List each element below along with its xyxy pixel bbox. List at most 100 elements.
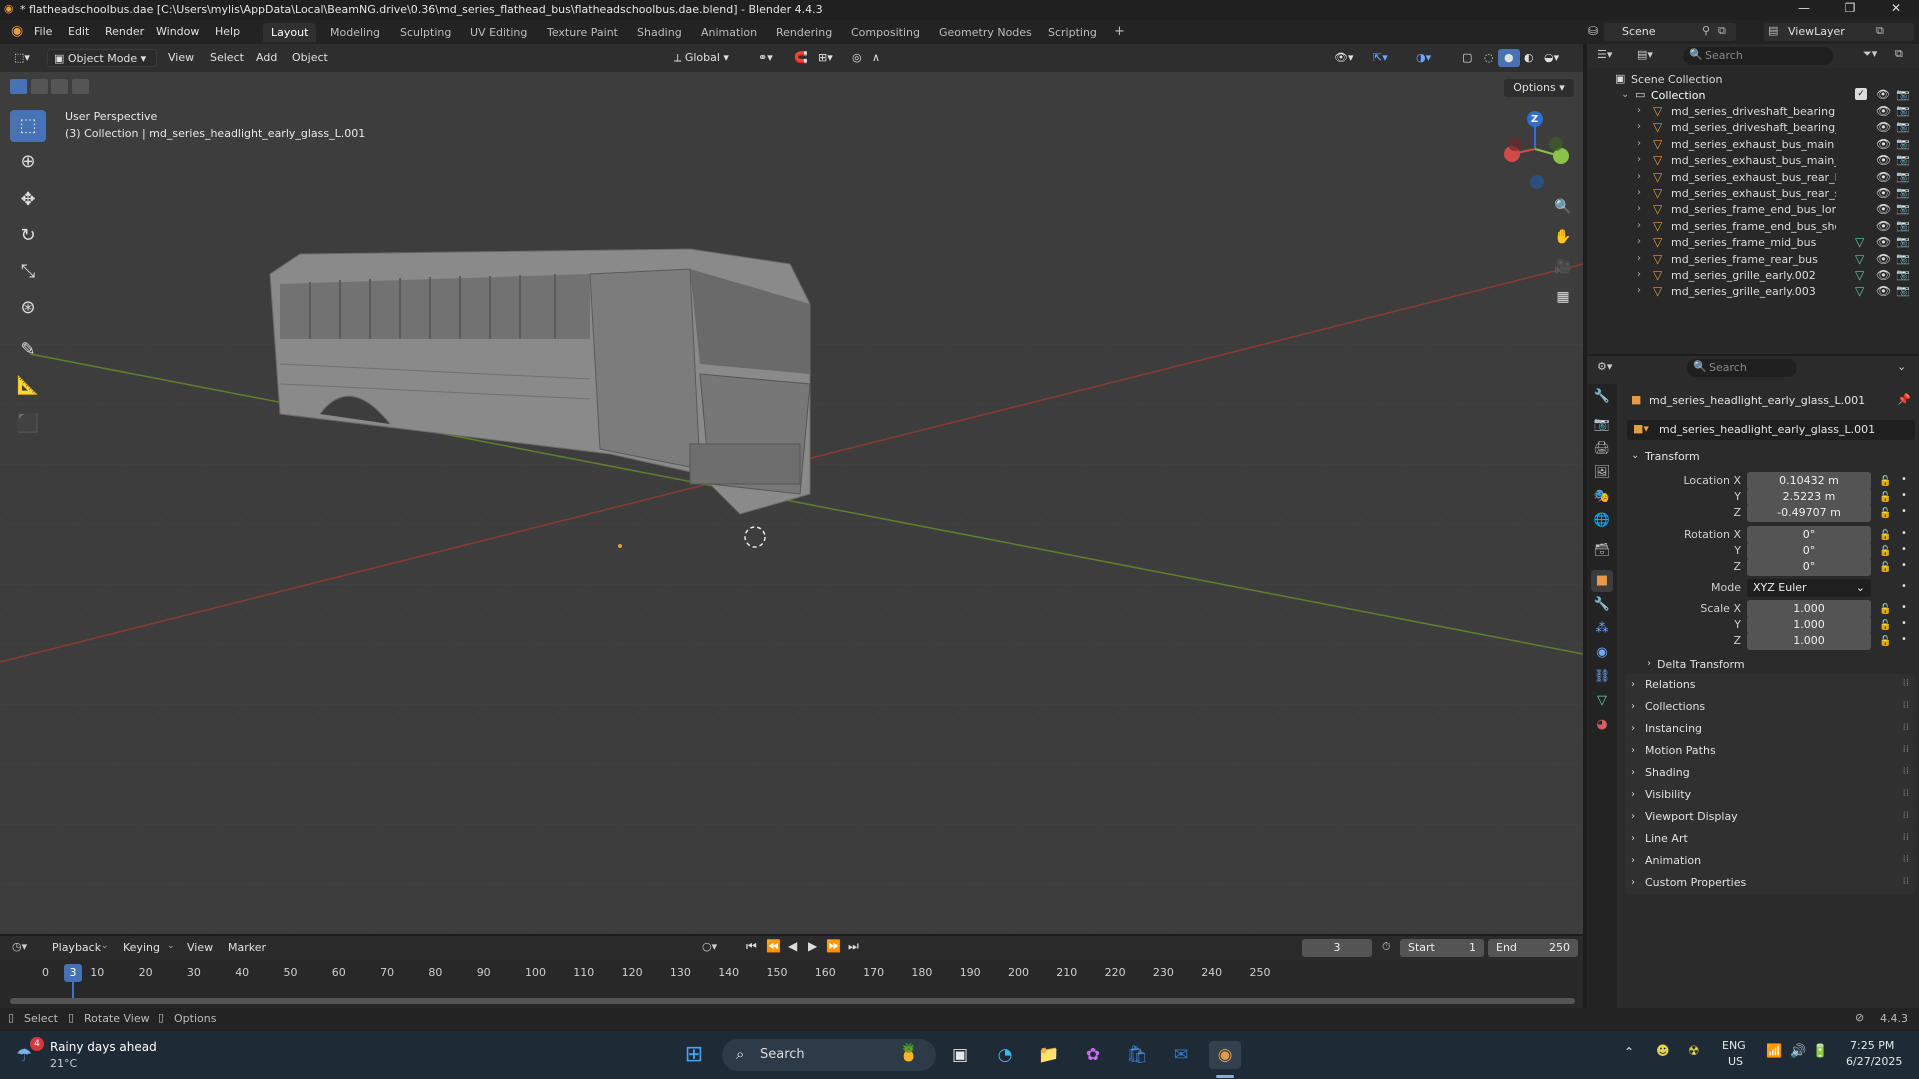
jump-end-icon[interactable]: ⏭ (848, 939, 859, 954)
zoom-icon[interactable]: 🔍 (1550, 194, 1576, 220)
visibility-eye-icon[interactable]: 👁 (1876, 268, 1891, 282)
output-tab-icon[interactable]: 🖨 (1591, 438, 1613, 460)
snap-target-icon[interactable]: ⊞▾ (812, 49, 839, 67)
lock-rotation-x-icon[interactable]: 🔓 (1879, 530, 1891, 541)
copilot-icon[interactable]: ✿ (1077, 1041, 1109, 1069)
menu-edit[interactable]: Edit (68, 25, 89, 38)
proportional-edit-icon[interactable]: ◎ (846, 49, 868, 67)
mesh-data-icon[interactable]: ▽ (1855, 235, 1864, 249)
new-scene-icon[interactable]: ⧉ (1718, 24, 1726, 38)
measure-tool[interactable]: 📐 (10, 370, 46, 402)
transform-title[interactable]: Transform (1645, 450, 1700, 463)
tab-rendering[interactable]: Rendering (768, 23, 840, 42)
properties-section-instancing[interactable]: › Instancing ⁞⁞ (1625, 718, 1915, 740)
constraints-tab-icon[interactable]: ⛓ (1591, 666, 1613, 688)
render-camera-icon[interactable]: 📷 (1896, 120, 1910, 133)
expand-icon[interactable]: › (1637, 187, 1641, 198)
menu-keying[interactable]: Keying (123, 941, 160, 954)
store-icon[interactable]: 🛍 (1121, 1041, 1153, 1069)
render-camera-icon[interactable]: 📷 (1896, 202, 1910, 215)
rotation-z-field[interactable]: 0° (1747, 558, 1871, 576)
orientation-dropdown[interactable]: ⟂ Global ▾ (668, 49, 735, 67)
lock-location-z-icon[interactable]: 🔓 (1879, 508, 1891, 519)
new-view-layer-icon[interactable]: ⧉ (1876, 24, 1884, 38)
expand-icon[interactable]: › (1637, 105, 1641, 116)
modifier-tab-icon[interactable]: 🔧 (1591, 594, 1613, 616)
properties-section-collections[interactable]: › Collections ⁞⁞ (1625, 696, 1915, 718)
cursor-tool[interactable]: ⊕ (10, 146, 46, 178)
menu-window[interactable]: Window (156, 25, 199, 38)
mesh-data-icon[interactable]: ▽ (1855, 252, 1864, 266)
data-tab-icon[interactable]: ▽ (1591, 690, 1613, 712)
properties-section-motion-paths[interactable]: › Motion Paths ⁞⁞ (1625, 740, 1915, 762)
keyframe-dot-icon[interactable]: • (1901, 506, 1907, 517)
tab-layout[interactable]: Layout (263, 23, 317, 42)
expand-icon[interactable]: › (1637, 220, 1641, 231)
battery-icon[interactable]: 🔋 (1812, 1044, 1828, 1059)
location-z-field[interactable]: -0.49707 m (1747, 504, 1871, 522)
visibility-icon[interactable]: 👁▾ (1328, 49, 1360, 67)
render-camera-icon[interactable]: 📷 (1896, 170, 1910, 183)
weather-icon[interactable]: ☂ (16, 1045, 32, 1066)
physics-tab-icon[interactable]: ◉ (1591, 642, 1613, 664)
properties-search-input[interactable]: 🔍 Search (1687, 359, 1797, 377)
keyframe-dot-icon[interactable]: • (1901, 602, 1907, 613)
properties-section-shading[interactable]: › Shading ⁞⁞ (1625, 762, 1915, 784)
mesh-data-icon[interactable]: ▽ (1855, 284, 1864, 298)
rotation-mode-dropdown[interactable]: XYZ Euler ⌄ (1747, 579, 1871, 597)
collection-camera-icon[interactable]: 📷 (1896, 88, 1910, 101)
visibility-eye-icon[interactable]: 👁 (1876, 186, 1891, 200)
tool-tab-icon[interactable]: 🔧 (1591, 386, 1613, 408)
scene-tab-icon[interactable]: 🎭 (1591, 486, 1613, 508)
object-name-field[interactable]: ■▾ md_series_headlight_early_glass_L.001 (1627, 420, 1915, 440)
drag-handle-icon[interactable]: ⁞⁞ (1903, 788, 1909, 799)
drag-handle-icon[interactable]: ⁞⁞ (1903, 876, 1909, 887)
properties-section-custom-properties[interactable]: › Custom Properties ⁞⁞ (1625, 872, 1915, 894)
snap-icon[interactable]: 🧲 (788, 49, 814, 67)
expand-icon[interactable]: › (1637, 121, 1641, 132)
render-camera-icon[interactable]: 📷 (1896, 104, 1910, 117)
lock-scale-x-icon[interactable]: 🔓 (1879, 604, 1891, 615)
drag-handle-icon[interactable]: ⁞⁞ (1903, 700, 1909, 711)
visibility-eye-icon[interactable]: 👁 (1876, 235, 1891, 249)
new-collection-icon[interactable]: ⧉ (1895, 47, 1903, 61)
lock-rotation-y-icon[interactable]: 🔓 (1879, 546, 1891, 557)
properties-section-viewport-display[interactable]: › Viewport Display ⁞⁞ (1625, 806, 1915, 828)
drag-handle-icon[interactable]: ⁞⁞ (1903, 810, 1909, 821)
keyframe-dot-icon[interactable]: • (1901, 618, 1907, 629)
windows-start-icon[interactable]: ⊞ (678, 1041, 710, 1069)
transform-tool[interactable]: ⊛ (10, 292, 46, 324)
menu-help[interactable]: Help (215, 25, 240, 38)
menu-playback[interactable]: Playback (52, 941, 101, 954)
visibility-eye-icon[interactable]: 👁 (1876, 202, 1891, 216)
object-tab-icon[interactable]: ■ (1591, 570, 1613, 592)
properties-section-line-art[interactable]: › Line Art ⁞⁞ (1625, 828, 1915, 850)
tab-shading[interactable]: Shading (629, 23, 690, 42)
scale-z-field[interactable]: 1.000 (1747, 632, 1871, 650)
outliner-editor-icon[interactable]: ☰▾ (1597, 48, 1612, 61)
properties-section-visibility[interactable]: › Visibility ⁞⁞ (1625, 784, 1915, 806)
visibility-eye-icon[interactable]: 👁 (1876, 219, 1891, 233)
pivot-icon[interactable]: ⚭▾ (752, 49, 779, 67)
task-view-icon[interactable]: ▣ (944, 1041, 976, 1069)
clock-time[interactable]: 7:25 PM (1850, 1039, 1894, 1052)
transform-collapse-icon[interactable]: ⌄ (1631, 450, 1639, 461)
editor-type-icon[interactable]: ⬚▾ (8, 49, 36, 67)
keyframe-dot-icon[interactable]: • (1901, 544, 1907, 555)
gizmo-toggle-icon[interactable]: ⇱▾ (1367, 49, 1394, 67)
wifi-icon[interactable]: 📶 (1766, 1044, 1782, 1059)
play-reverse-icon[interactable]: ◀ (788, 939, 797, 953)
start-frame-field[interactable]: Start 1 (1400, 939, 1484, 957)
lock-rotation-z-icon[interactable]: 🔓 (1879, 562, 1891, 573)
menu-add[interactable]: Add (250, 49, 283, 67)
auto-keying-icon[interactable]: ○▾ (702, 940, 717, 953)
edge-browser-icon[interactable]: ◔ (989, 1041, 1021, 1069)
view-layer-tab-icon[interactable]: 🖼 (1591, 462, 1613, 484)
close-button[interactable]: ✕ (1873, 1, 1919, 19)
menu-object[interactable]: Object (286, 49, 334, 67)
lock-scale-y-icon[interactable]: 🔓 (1879, 620, 1891, 631)
rotate-tool[interactable]: ↻ (10, 220, 46, 252)
visibility-eye-icon[interactable]: 👁 (1876, 153, 1891, 167)
visibility-eye-icon[interactable]: 👁 (1876, 252, 1891, 266)
world-tab-icon[interactable]: 🌐 (1591, 510, 1613, 532)
